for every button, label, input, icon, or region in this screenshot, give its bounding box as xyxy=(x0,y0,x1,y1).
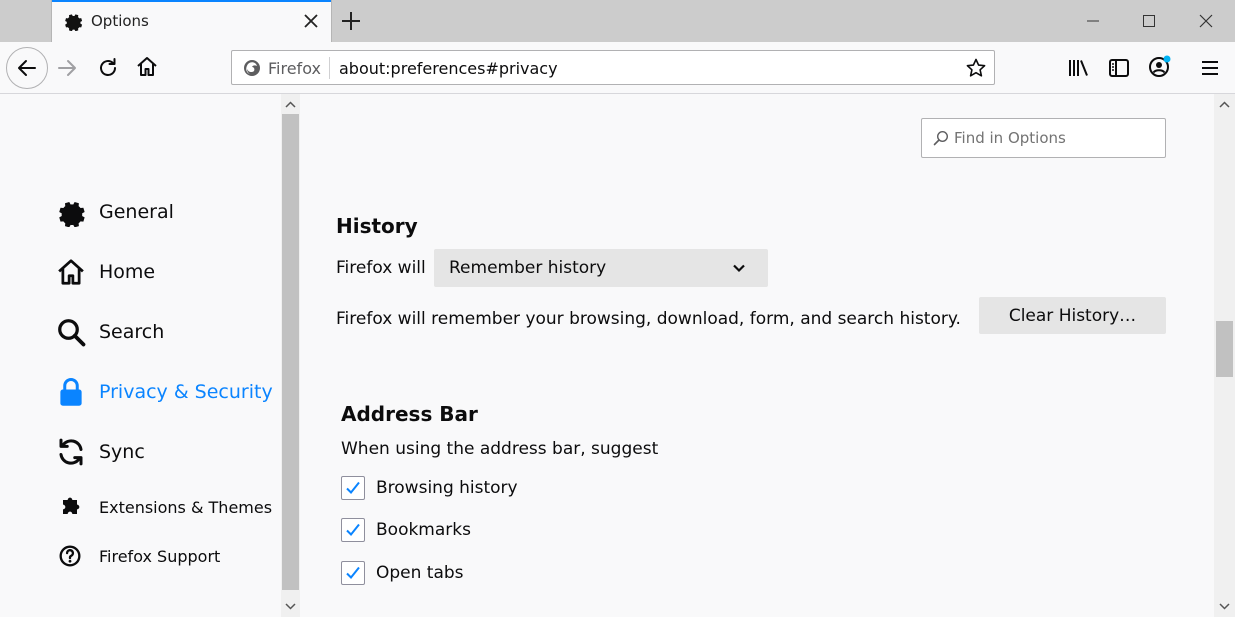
bookmarks-checkbox[interactable] xyxy=(341,518,365,542)
history-heading: History xyxy=(336,214,418,238)
address-bar-heading: Address Bar xyxy=(341,402,478,426)
search-icon xyxy=(933,130,949,146)
search-icon xyxy=(58,319,86,347)
open-tabs-option[interactable]: Open tabs xyxy=(341,560,464,586)
sidebar-scroll-thumb[interactable] xyxy=(282,114,299,590)
sidebar-item-sync[interactable]: Sync xyxy=(56,434,145,470)
sidebar-item-privacy-security[interactable]: Privacy & Security xyxy=(56,374,273,410)
sidebar-item-label: General xyxy=(99,201,174,223)
checkmark-icon xyxy=(346,566,360,579)
minimize-icon[interactable] xyxy=(1080,8,1106,34)
main-scrollbar[interactable] xyxy=(1214,94,1235,617)
tab-strip: Options xyxy=(0,0,1235,42)
window-close-icon[interactable] xyxy=(1193,8,1219,34)
sidebar-item-label: Search xyxy=(99,321,165,343)
sidebar-toggle-icon[interactable] xyxy=(1107,56,1131,80)
browsing-history-option[interactable]: Browsing history xyxy=(341,475,518,501)
find-in-options-input[interactable] xyxy=(954,127,1154,149)
sidebar-item-label: Privacy & Security xyxy=(99,381,273,403)
address-bar-subheading: When using the address bar, suggest xyxy=(341,439,659,459)
tab-options[interactable]: Options xyxy=(51,0,332,42)
reload-icon[interactable] xyxy=(96,56,120,80)
sidebar-item-home[interactable]: Home xyxy=(56,254,155,290)
checkbox-label: Browsing history xyxy=(376,478,518,498)
checkbox-label: Bookmarks xyxy=(376,520,471,540)
open-tabs-checkbox[interactable] xyxy=(341,561,365,585)
identity-separator xyxy=(329,57,330,79)
sidebar-item-general[interactable]: General xyxy=(56,194,174,230)
close-icon[interactable] xyxy=(302,12,320,30)
preferences-page: General Home Search Privacy & Security S… xyxy=(0,94,1235,617)
sidebar-item-firefox-support[interactable]: Firefox Support xyxy=(56,538,220,574)
address-bar[interactable]: Firefox about:preferences#privacy xyxy=(231,50,995,85)
history-mode-label: Firefox will xyxy=(336,258,426,278)
hamburger-menu-icon[interactable] xyxy=(1198,56,1222,80)
sidebar-scrollbar[interactable] xyxy=(281,94,300,617)
identity-label: Firefox xyxy=(268,59,321,78)
tab-accent-line xyxy=(52,0,331,2)
sidebar-item-search[interactable]: Search xyxy=(56,314,164,350)
sidebar-item-label: Extensions & Themes xyxy=(99,497,273,517)
bookmark-star-icon[interactable] xyxy=(965,57,987,79)
sidebar-item-extensions-themes[interactable]: Extensions & Themes xyxy=(56,489,272,525)
account-icon[interactable] xyxy=(1147,55,1171,79)
find-in-options-box[interactable] xyxy=(921,118,1166,158)
browsing-history-checkbox[interactable] xyxy=(341,476,365,500)
sidebar-item-label: Sync xyxy=(99,441,145,463)
gear-icon xyxy=(59,202,85,227)
sync-icon xyxy=(59,438,83,466)
library-icon[interactable] xyxy=(1067,56,1091,80)
checkbox-label: Open tabs xyxy=(376,563,464,583)
back-button[interactable] xyxy=(6,47,48,89)
firefox-logo-icon xyxy=(244,60,260,76)
arrow-left-icon xyxy=(18,60,36,76)
puzzle-icon xyxy=(63,497,80,514)
main-scroll-thumb[interactable] xyxy=(1216,321,1233,377)
clear-history-button[interactable]: Clear History… xyxy=(979,297,1166,334)
navigation-toolbar: Firefox about:preferences#privacy xyxy=(0,42,1235,94)
home-icon[interactable] xyxy=(135,55,159,79)
clipped-link[interactable]: ​ xyxy=(341,608,761,617)
home-icon xyxy=(58,259,84,285)
history-mode-selected: Remember history xyxy=(449,258,607,278)
history-mode-dropdown[interactable]: Remember history xyxy=(434,249,768,287)
lock-icon xyxy=(60,378,82,406)
scroll-up-arrow-icon[interactable] xyxy=(1218,98,1231,111)
sidebar-item-label: Firefox Support xyxy=(99,546,221,566)
gear-icon xyxy=(65,14,83,31)
categories-sidebar: General Home Search Privacy & Security S… xyxy=(0,94,300,617)
new-tab-plus-icon[interactable] xyxy=(340,10,362,32)
scroll-up-arrow-icon[interactable] xyxy=(284,98,297,111)
checkmark-icon xyxy=(346,481,360,494)
tab-title: Options xyxy=(91,12,149,30)
chevron-down-icon xyxy=(733,264,745,273)
url-text[interactable]: about:preferences#privacy xyxy=(339,59,558,78)
history-description: Firefox will remember your browsing, dow… xyxy=(336,309,961,329)
help-icon xyxy=(59,545,81,567)
forward-arrow-icon[interactable] xyxy=(55,56,79,80)
bookmarks-option[interactable]: Bookmarks xyxy=(341,517,471,543)
maximize-icon[interactable] xyxy=(1136,8,1162,34)
sidebar-item-label: Home xyxy=(99,261,156,283)
checkmark-icon xyxy=(346,523,360,536)
scroll-down-arrow-icon[interactable] xyxy=(1218,600,1231,613)
scroll-down-arrow-icon[interactable] xyxy=(284,600,297,613)
